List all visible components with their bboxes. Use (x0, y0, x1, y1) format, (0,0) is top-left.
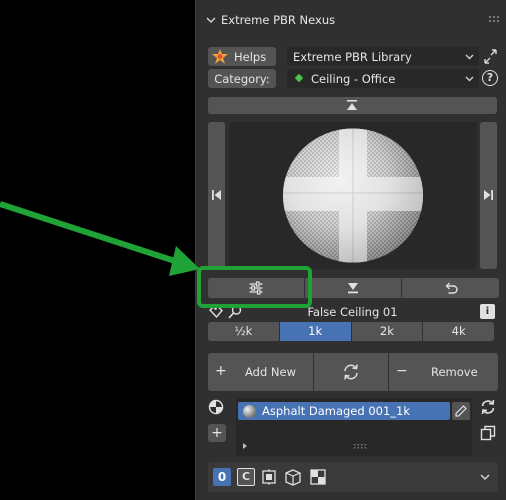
info-icon[interactable]: i (480, 304, 495, 319)
move-to-bottom-button[interactable] (305, 278, 401, 298)
remove-label: Remove (431, 365, 478, 379)
next-material-button[interactable] (480, 122, 497, 269)
list-item[interactable]: Asphalt Damaged 001_1k (238, 402, 450, 420)
refresh-icon[interactable] (480, 399, 496, 415)
undo-icon (445, 282, 458, 294)
list-item-label: Asphalt Damaged 001_1k (262, 404, 411, 418)
resolution-selector: ½k 1k 2k 4k (208, 322, 494, 341)
external-link-icon[interactable] (482, 47, 499, 66)
cube-icon[interactable] (260, 468, 278, 486)
action-row: + Add New − Remove (208, 353, 498, 391)
category-label-button: Category: (208, 69, 276, 88)
chevron-down-icon[interactable] (480, 472, 490, 482)
library-select[interactable]: Extreme PBR Library (287, 47, 479, 66)
edit-button[interactable] (452, 402, 470, 420)
refresh-button[interactable] (314, 353, 388, 391)
panel-title: Extreme PBR Nexus (221, 13, 336, 27)
box-icon[interactable] (284, 468, 302, 486)
add-new-button[interactable]: + Add New (208, 353, 313, 391)
helps-star-icon (212, 49, 228, 64)
tag-icon[interactable] (208, 304, 226, 320)
edit-icon (455, 405, 467, 417)
resolution-option-4k[interactable]: 4k (423, 322, 494, 341)
remove-icon: − (396, 363, 408, 379)
refresh-icon (344, 364, 358, 380)
helps-button[interactable]: Helps (208, 47, 276, 66)
magnifier-icon[interactable] (227, 304, 243, 320)
resolution-option-half-k[interactable]: ½k (208, 322, 279, 341)
resolution-option-1k[interactable]: 1k (279, 322, 351, 341)
grip-icon[interactable] (489, 16, 501, 24)
move-to-top-icon (347, 100, 357, 110)
material-list: Asphalt Damaged 001_1k (236, 398, 472, 456)
resolution-option-2k[interactable]: 2k (351, 322, 423, 341)
category-value: Ceiling - Office (311, 71, 396, 86)
add-new-label: Add New (245, 365, 297, 379)
add-material-slot-button[interactable]: + (208, 424, 226, 442)
copy-icon[interactable] (480, 425, 496, 441)
extreme-pbr-panel: Extreme PBR Nexus Helps Extreme PBR Libr… (195, 0, 506, 500)
skip-previous-icon (212, 190, 221, 200)
material-ball-icon[interactable] (208, 399, 224, 415)
preview-tool-row (204, 278, 500, 298)
checker-icon[interactable] (309, 468, 327, 486)
material-name-row: False Ceiling 01 i (208, 302, 497, 322)
zero-button[interactable]: 0 (213, 468, 231, 486)
chevron-down-icon (465, 54, 474, 60)
previous-material-button[interactable] (208, 122, 225, 269)
sphere-icon (283, 128, 423, 263)
grip-icon[interactable] (354, 444, 366, 449)
help-icon[interactable]: ? (482, 70, 498, 86)
expand-icon[interactable] (241, 442, 249, 450)
library-value: Extreme PBR Library (293, 49, 412, 64)
move-to-bottom-icon (348, 283, 358, 294)
chevron-down-icon[interactable] (205, 14, 217, 26)
category-select[interactable]: Ceiling - Office (287, 69, 479, 88)
panel-header[interactable]: Extreme PBR Nexus (196, 6, 506, 34)
chevron-down-icon (465, 76, 474, 82)
move-to-top-button[interactable] (208, 97, 497, 114)
category-label: Category: (214, 71, 270, 86)
material-ball-icon (243, 405, 256, 418)
helps-label: Helps (234, 49, 267, 64)
undo-button[interactable] (402, 278, 499, 298)
bottom-toolbar: 0 C (208, 462, 498, 492)
add-icon: + (215, 363, 227, 379)
material-preview[interactable] (229, 122, 477, 269)
remove-button[interactable]: − Remove (389, 353, 498, 391)
c-button[interactable]: C (237, 468, 255, 486)
viewport-background (0, 0, 195, 500)
settings-button[interactable] (208, 278, 304, 298)
material-name: False Ceiling 01 (307, 305, 398, 319)
skip-next-icon (484, 190, 493, 200)
category-diamond-icon (294, 73, 304, 83)
sliders-icon (249, 281, 263, 295)
